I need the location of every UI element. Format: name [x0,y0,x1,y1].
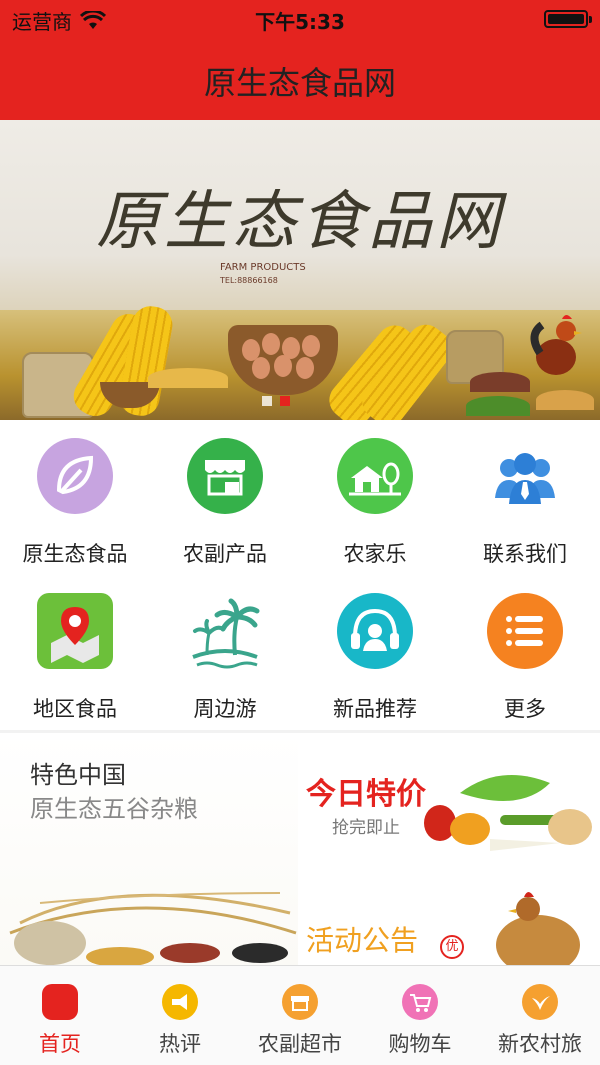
market-icon [282,984,318,1020]
vegetables-image [424,775,592,851]
contact-people-icon [487,438,563,514]
megaphone-icon [162,984,198,1020]
tab-label: 购物车 [388,1032,452,1056]
banner-title: 原生态食品网 [96,185,504,259]
tab-label: 热评 [159,1032,201,1056]
grid-item-label: 周边游 [193,697,257,721]
grid-item-nearby-tour[interactable]: 周边游 [150,575,300,730]
activity-notice-card[interactable]: 活动公告 优 [300,883,600,965]
grid-item-farm-products[interactable]: 农副产品 [150,420,300,575]
home-icon [42,984,78,1020]
mung-bean-pile [466,396,530,416]
carousel-dot[interactable] [262,396,272,406]
page-title: 原生态食品网 [203,64,396,102]
grid-item-farm-stay[interactable]: 农家乐 [300,420,450,575]
grid-item-new-products[interactable]: 新品推荐 [300,575,450,730]
tab-cart[interactable]: 购物车 [360,966,480,1065]
grid-item-label: 联系我们 [483,542,567,566]
grid-item-label: 原生态食品 [22,542,128,566]
banner-carousel[interactable]: 原生态食品网 FARM PRODUCTS TEL:88866168 [0,120,600,420]
tab-market[interactable]: 农副超市 [240,966,360,1065]
list-icon [487,593,563,669]
promo-badge: 优 [440,935,464,959]
farmhouse-icon [337,438,413,514]
tab-home[interactable]: 首页 [0,966,120,1065]
grid-item-contact-us[interactable]: 联系我们 [450,420,600,575]
grid-item-label: 新品推荐 [333,697,417,721]
category-grid: 原生态食品 农副产品 农家乐 联系我们 地区食品 周边游 新品推荐 更多 [0,420,600,730]
shop-icon [187,438,263,514]
tab-hot-reviews[interactable]: 热评 [120,966,240,1065]
grain-pile [536,390,594,410]
grain-pile [148,368,228,388]
grid-item-eco-food[interactable]: 原生态食品 [0,420,150,575]
carousel-dots [262,396,290,406]
grid-item-more[interactable]: 更多 [450,575,600,730]
wheat-grain-image [9,892,297,965]
headset-icon [337,593,413,669]
grid-item-label: 更多 [504,697,546,721]
rooster [530,315,582,375]
bird-icon [522,984,558,1020]
today-special-card[interactable]: 今日特价 抢完即止 [300,733,600,873]
top-bar: 运营商 下午5:33 原生态食品网 [0,0,600,120]
map-pin-icon [37,593,113,669]
featured-china-card[interactable]: 特色中国 原生态五谷杂粮 [0,733,298,965]
carousel-dot-active[interactable] [280,396,290,406]
grid-item-regional-food[interactable]: 地区食品 [0,575,150,730]
bottom-tab-bar: 首页 热评 农副超市 购物车 新农村旅 [0,965,600,1065]
hen-image [496,892,580,965]
featured-title: 特色中国 [30,761,126,789]
promo-section: 特色中国 原生态五谷杂粮 今日特价 抢完即止 活动公告 优 [0,733,600,965]
today-special-title: 今日特价 [306,777,426,812]
grid-item-label: 地区食品 [33,697,117,721]
cart-icon [402,984,438,1020]
tab-label: 农副超市 [258,1032,342,1056]
grid-item-label: 农家乐 [343,542,407,566]
leaf-icon [37,438,113,514]
bean-pile [470,372,530,392]
today-special-subtitle: 抢完即止 [332,818,400,838]
status-bar: 运营商 下午5:33 [0,0,600,40]
status-time: 下午5:33 [255,10,345,34]
banner-subtitle: FARM PRODUCTS [220,262,306,273]
banner-phone: TEL:88866168 [220,276,278,285]
activity-title: 活动公告 [306,924,419,957]
grid-item-label: 农副产品 [183,542,267,566]
palm-island-icon [187,593,263,669]
tab-rural-travel[interactable]: 新农村旅 [480,966,600,1065]
tab-label: 首页 [39,1032,81,1056]
featured-subtitle: 原生态五谷杂粮 [30,795,198,823]
battery-icon [544,10,592,28]
tab-label: 新农村旅 [498,1032,582,1056]
